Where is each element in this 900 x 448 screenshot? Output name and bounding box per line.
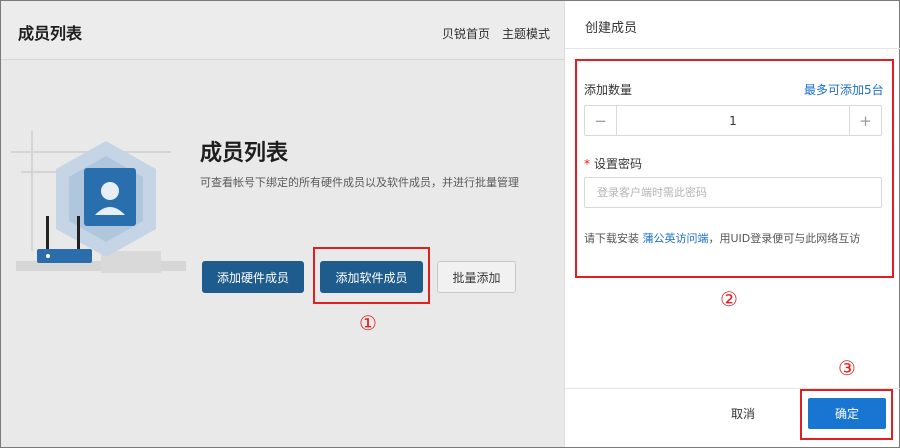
hint-suffix: ，用UID登录便可与此网络互访	[708, 232, 861, 245]
batch-add-button[interactable]: 批量添加	[437, 261, 516, 293]
step3-marker: ③	[838, 356, 856, 380]
quantity-stepper: − 1 +	[584, 105, 882, 136]
required-mark: *	[584, 157, 590, 171]
cancel-button[interactable]: 取消	[731, 405, 755, 422]
nav-home-link[interactable]: 贝锐首页	[442, 25, 490, 42]
password-input[interactable]	[584, 177, 882, 208]
top-header: 成员列表 贝锐首页 主题模式	[1, 1, 564, 60]
quantity-value[interactable]: 1	[617, 106, 849, 135]
download-hint: 请下载安装 蒲公英访问端，用UID登录便可与此网络互访	[584, 230, 860, 246]
page-description: 可查看帐号下绑定的所有硬件成员以及软件成员，并进行批量管理	[200, 176, 519, 189]
drawer-divider	[565, 48, 900, 49]
header-title: 成员列表	[18, 24, 83, 43]
step3-highlight-box	[800, 389, 893, 440]
count-label: 添加数量	[584, 83, 633, 97]
hint-prefix: 请下载安装	[584, 232, 643, 245]
page-title: 成员列表	[200, 141, 289, 166]
member-list-page: 成员列表 贝锐首页 主题模式 成员列表 可查看帐号下绑定的所有硬件成员以及软件成…	[1, 1, 564, 447]
password-label-text: 设置密码	[594, 157, 643, 171]
decrement-button[interactable]: −	[585, 106, 617, 135]
client-download-link[interactable]: 蒲公英访问端	[643, 232, 709, 245]
password-label: * 设置密码	[584, 155, 642, 172]
max-count-hint: 最多可添加5台	[804, 83, 884, 97]
add-hardware-member-button[interactable]: 添加硬件成员	[202, 261, 304, 293]
step2-marker: ②	[720, 287, 738, 311]
step1-marker: ①	[359, 311, 377, 335]
members-illustration	[11, 131, 186, 273]
drawer-title: 创建成员	[585, 21, 638, 36]
create-member-drawer: 创建成员 添加数量 最多可添加5台 − 1 + * 设置密码 请下载安装 蒲公英访…	[564, 1, 900, 447]
nav-theme-mode[interactable]: 主题模式	[502, 25, 550, 42]
increment-button[interactable]: +	[849, 106, 881, 135]
step1-highlight-box	[313, 247, 430, 304]
